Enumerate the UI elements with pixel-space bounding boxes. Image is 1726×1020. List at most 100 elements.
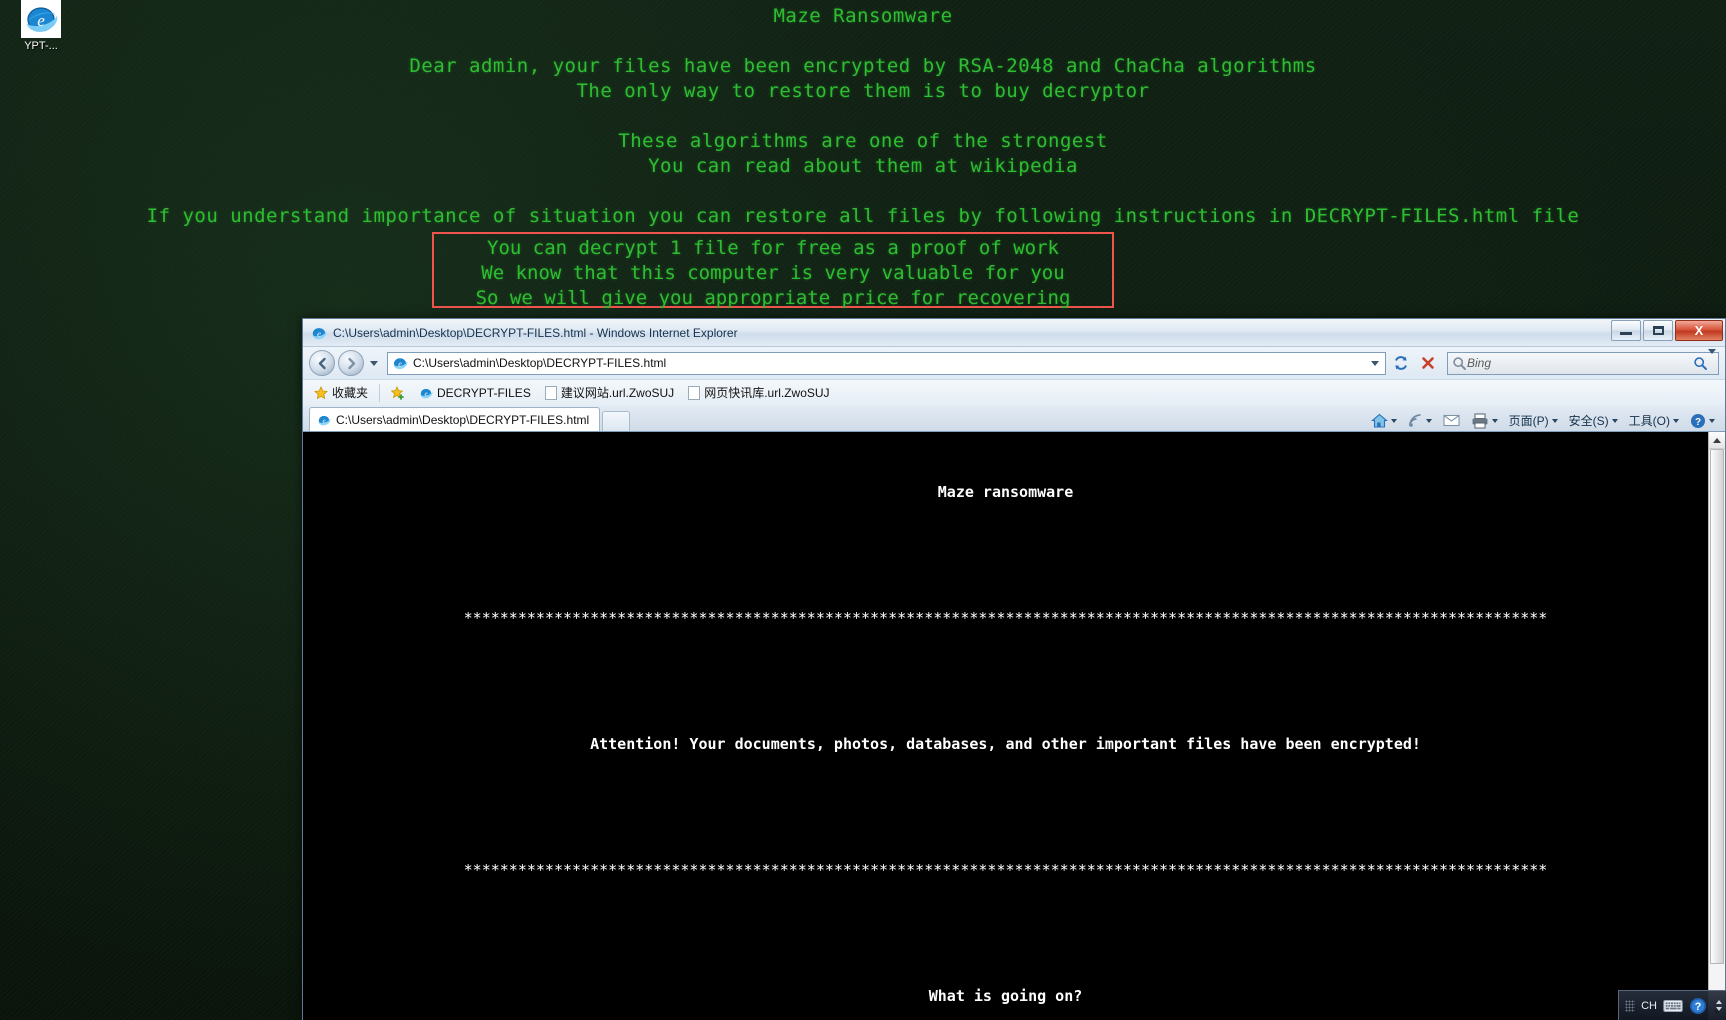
tab-bar[interactable]: e C:\Users\admin\Desktop\DECRYPT-FILES.h… <box>303 405 1725 431</box>
close-button[interactable]: X <box>1675 320 1723 341</box>
wallpaper-line-5: If you understand importance of situatio… <box>146 205 1580 227</box>
safety-menu-label: 安全(S) <box>1568 414 1609 428</box>
minimize-icon <box>1620 332 1632 335</box>
mail-icon <box>1443 414 1460 427</box>
page-icon <box>688 385 701 400</box>
favorites-bar[interactable]: 收藏夹 e DECRYPT-FILES 建议网站.url.ZwoSUJ 网页快讯… <box>303 379 1725 405</box>
keyboard-glyph <box>1663 999 1683 1012</box>
favorite-label: DECRYPT-FILES <box>437 385 531 400</box>
note-heading: Maze ransomware <box>937 483 1074 501</box>
favorite-label: 建议网站.url.ZwoSUJ <box>560 386 675 400</box>
rss-icon <box>1408 414 1421 427</box>
wallpaper-line-1: Dear admin, your files have been encrypt… <box>409 55 1317 77</box>
ie-icon: e <box>420 388 433 398</box>
ie-icon: e <box>312 327 327 339</box>
highlight-line-3: So we will give you appropriate price fo… <box>475 287 1071 309</box>
wallpaper-title: Maze Ransomware <box>773 5 953 27</box>
print-button[interactable] <box>1467 412 1502 430</box>
scrollbar-track[interactable] <box>1709 449 1725 1003</box>
address-input[interactable]: e C:\Users\admin\Desktop\DECRYPT-FILES.h… <box>387 351 1386 375</box>
maximize-icon <box>1652 326 1664 335</box>
scroll-up-button[interactable] <box>1709 432 1725 449</box>
add-to-favorites-bar-button[interactable] <box>386 383 410 403</box>
address-value: C:\Users\admin\Desktop\DECRYPT-FILES.htm… <box>413 356 667 370</box>
read-mail-button[interactable] <box>1439 413 1464 428</box>
window-controls[interactable]: X <box>1611 320 1723 341</box>
favorite-item-web-slice-gallery[interactable]: 网页快讯库.url.ZwoSUJ <box>683 383 834 403</box>
page-menu-button[interactable]: 页面(P) <box>1505 411 1562 430</box>
ime-language-indicator[interactable]: CH <box>1641 1000 1657 1012</box>
chevron-down-icon <box>1551 418 1558 423</box>
command-bar[interactable]: 页面(P) 安全(S) 工具(O) ? <box>1367 411 1719 430</box>
back-button[interactable] <box>309 350 335 376</box>
ie-icon: e <box>318 415 331 425</box>
svg-text:?: ? <box>1695 417 1701 428</box>
vertical-scrollbar[interactable] <box>1708 432 1725 1020</box>
chevron-down-icon <box>1491 418 1498 423</box>
window-titlebar[interactable]: e C:\Users\admin\Desktop\DECRYPT-FILES.h… <box>303 319 1725 347</box>
refresh-icon <box>1395 356 1407 370</box>
search-icon <box>1453 356 1466 370</box>
favorite-label: 网页快讯库.url.ZwoSUJ <box>704 386 830 400</box>
system-tray[interactable]: CH ? <box>1618 990 1726 1020</box>
close-x-icon <box>1422 357 1434 369</box>
recent-pages-button[interactable] <box>367 350 381 376</box>
favorite-item-decrypt-files[interactable]: e DECRYPT-FILES <box>414 383 536 403</box>
tab-label: C:\Users\admin\Desktop\DECRYPT-FILES.htm… <box>336 412 590 427</box>
tools-menu-button[interactable]: 工具(O) <box>1625 411 1683 430</box>
svg-text:?: ? <box>1695 1001 1702 1013</box>
star-icon <box>314 385 328 399</box>
search-placeholder: Bing <box>1467 356 1492 370</box>
home-icon <box>1370 413 1388 428</box>
maximize-button[interactable] <box>1643 320 1673 341</box>
safety-menu-button[interactable]: 安全(S) <box>1565 411 1622 430</box>
ransom-note-document: Maze ransomware ************************… <box>303 432 1708 1020</box>
search-provider-dropdown[interactable] <box>1708 349 1716 372</box>
show-hidden-icons-button[interactable] <box>1713 1000 1722 1011</box>
svg-text:e: e <box>322 417 325 425</box>
help-glyph: ? <box>1690 997 1706 1014</box>
wallpaper-line-3: These algorithms are one of the stronges… <box>618 130 1108 152</box>
search-submit-icon[interactable] <box>1693 356 1708 371</box>
forward-button[interactable] <box>338 350 364 376</box>
highlight-line-2: We know that this computer is very valua… <box>481 262 1065 284</box>
page-ie-icon: e <box>393 358 408 370</box>
new-tab-button[interactable] <box>602 411 631 431</box>
tray-help-icon[interactable]: ? <box>1689 997 1707 1015</box>
back-arrow-icon <box>318 357 326 369</box>
desktop: e YPT-... Maze Ransomware Dear admin, yo… <box>0 0 1726 1020</box>
internet-explorer-window[interactable]: e C:\Users\admin\Desktop\DECRYPT-FILES.h… <box>302 318 1726 1020</box>
scrollbar-thumb[interactable] <box>1710 449 1724 965</box>
highlight-line-1: You can decrypt 1 file for free as a pro… <box>487 237 1059 259</box>
favorites-button[interactable]: 收藏夹 <box>309 383 373 403</box>
print-icon <box>1472 413 1488 428</box>
svg-text:e: e <box>398 360 402 369</box>
help-button[interactable]: ? <box>1686 412 1719 430</box>
wallpaper-line-4: You can read about them at wikipedia <box>648 155 1078 177</box>
help-icon: ? <box>1691 413 1705 428</box>
address-bar-row[interactable]: e C:\Users\admin\Desktop\DECRYPT-FILES.h… <box>303 347 1725 379</box>
address-dropdown-button[interactable] <box>1367 360 1383 366</box>
refresh-button[interactable] <box>1389 352 1413 375</box>
forward-arrow-icon <box>347 357 355 369</box>
chevron-down-icon <box>1371 360 1379 366</box>
attention-line: Attention! Your documents, photos, datab… <box>590 735 1421 753</box>
feeds-button[interactable] <box>1404 412 1436 429</box>
home-button[interactable] <box>1367 412 1401 430</box>
keyboard-icon[interactable] <box>1663 999 1683 1013</box>
minimize-button[interactable] <box>1611 320 1641 341</box>
section-title: What is going on? <box>928 987 1083 1005</box>
separator-bottom: ****************************************… <box>463 861 1548 879</box>
wallpaper-ransom-text: Maze Ransomware Dear admin, your files h… <box>0 4 1726 229</box>
separator-top: ****************************************… <box>463 609 1548 627</box>
tab-decrypt-files[interactable]: e C:\Users\admin\Desktop\DECRYPT-FILES.h… <box>309 407 601 431</box>
page-viewport: Maze ransomware ************************… <box>303 431 1725 1020</box>
stop-button[interactable] <box>1416 352 1440 375</box>
search-input[interactable]: Bing <box>1447 349 1719 375</box>
chevron-down-icon <box>1425 418 1432 423</box>
page-icon <box>544 385 557 400</box>
chevron-up-icon <box>1713 437 1721 443</box>
add-star-icon <box>391 385 404 400</box>
favorites-label: 收藏夹 <box>332 386 369 400</box>
favorite-item-suggested-sites[interactable]: 建议网站.url.ZwoSUJ <box>540 383 679 403</box>
